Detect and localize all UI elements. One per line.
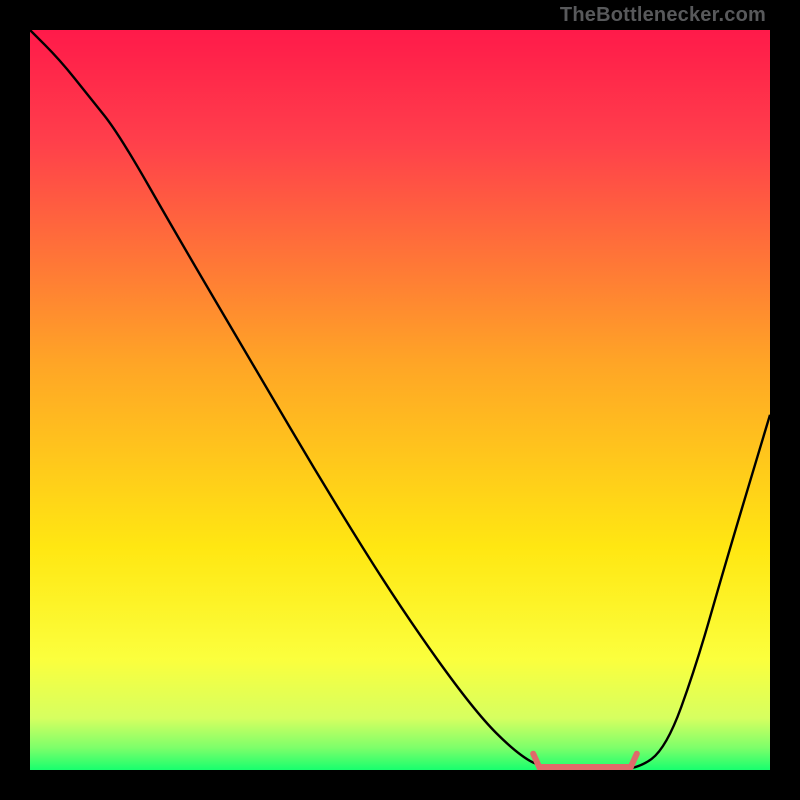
watermark-text: TheBottlenecker.com: [560, 4, 766, 27]
chart-background: [30, 30, 770, 770]
chart-svg: [30, 30, 770, 770]
chart-frame: [30, 30, 770, 770]
